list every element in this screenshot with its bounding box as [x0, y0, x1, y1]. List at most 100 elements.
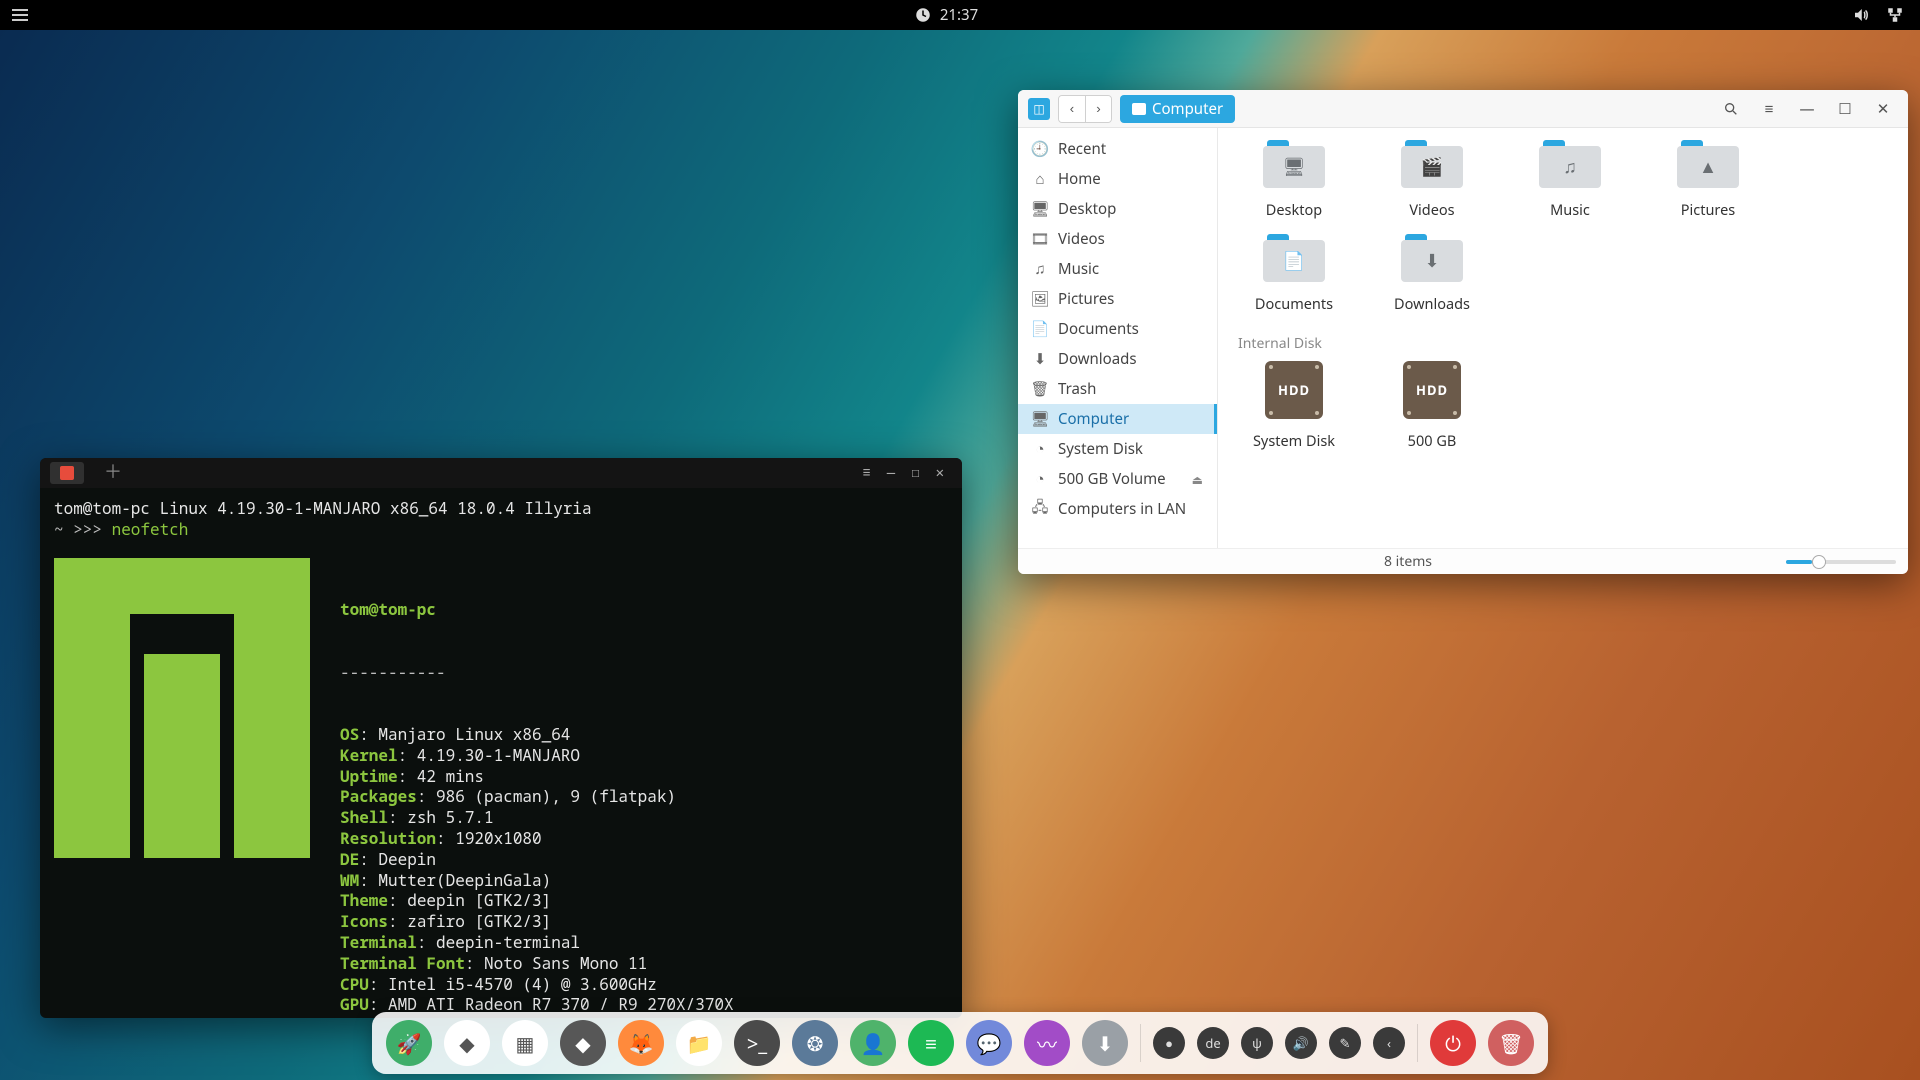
neofetch-row: CPU: Intel i5-4570 (4) @ 3.600GHz	[340, 974, 734, 995]
sidebar-item-desktop[interactable]: 🖥Desktop	[1018, 194, 1217, 224]
monitor-icon	[1132, 103, 1146, 115]
neofetch-row: Uptime: 42 mins	[340, 766, 734, 787]
disk-icon: ◔	[1032, 441, 1048, 457]
folder-label: Pictures	[1681, 200, 1736, 220]
terminal-window: ＋ ≡ ― ☐ ✕ tom@tom-pc Linux 4.19.30-1-MAN…	[40, 458, 962, 1018]
dock-app-multitask[interactable]: ▦	[502, 1020, 548, 1066]
fm-toolbar: ◫ ‹ › Computer ≡ ― ☐ ✕	[1018, 90, 1908, 128]
folder-label: Desktop	[1266, 200, 1322, 220]
fm-item-count: 8 items	[1384, 552, 1432, 571]
folder-downloads[interactable]: ⬇Downloads	[1376, 234, 1488, 314]
sidebar-item-downloads[interactable]: ⬇Downloads	[1018, 344, 1217, 374]
window-maximize-button[interactable]: ☐	[1830, 94, 1860, 124]
neofetch-row: Terminal: deepin-terminal	[340, 932, 734, 953]
dock-app-spotify[interactable]: ≡	[908, 1020, 954, 1066]
dock: 🚀 ◆ ▦ ◆ 🦊 📁 >_ ❂ 👤 ≡ 💬 〰 ⬇ ● deψ 🔊 ✎ ‹ ⏻ 🗑	[372, 1012, 1548, 1074]
dock-app-files[interactable]: 📁	[676, 1020, 722, 1066]
sidebar-item-computers-in-lan[interactable]: 🖧Computers in LAN	[1018, 494, 1217, 524]
sidebar-item-system-disk[interactable]: ◔System Disk	[1018, 434, 1217, 464]
dock-app-launcher[interactable]: 🚀	[386, 1020, 432, 1066]
nav-back-button[interactable]: ‹	[1059, 96, 1085, 122]
dock-app-lutris[interactable]: 👤	[850, 1020, 896, 1066]
fm-sidebar: 🕘Recent ⌂ Home 🖥Desktop🎞Videos♫Music🖼Pictur…	[1018, 128, 1218, 548]
dock-trash[interactable]: 🗑	[1488, 1020, 1534, 1066]
neofetch-info: tom@tom-pc ----------- OS: Manjaro Linux…	[340, 558, 734, 1018]
sidebar-item-label: Home	[1058, 169, 1101, 189]
dock-app-downloads[interactable]: ⬇	[1082, 1020, 1128, 1066]
home-icon: ⌂	[1032, 171, 1048, 187]
disk-500-gb[interactable]: HDD500 GB	[1376, 361, 1488, 451]
neofetch-row: DE: Deepin	[340, 849, 734, 870]
sidebar-item-home[interactable]: ⌂ Home	[1018, 164, 1217, 194]
neofetch-row: Kernel: 4.19.30-1-MANJARO	[340, 745, 734, 766]
neofetch-row: OS: Manjaro Linux x86_64	[340, 724, 734, 745]
fm-app-icon[interactable]: ◫	[1028, 98, 1050, 120]
dock-power[interactable]: ⏻	[1430, 1020, 1476, 1066]
sidebar-item-label: 500 GB Volume	[1058, 469, 1166, 489]
trash-icon: 🗑	[1032, 381, 1048, 397]
folder-desktop[interactable]: 🖥 Desktop	[1238, 140, 1350, 220]
sidebar-item-pictures[interactable]: 🖼Pictures	[1018, 284, 1217, 314]
folder-documents[interactable]: 📄 Documents	[1238, 234, 1350, 314]
breadcrumb-label: Computer	[1152, 99, 1223, 119]
sidebar-item-videos[interactable]: 🎞Videos	[1018, 224, 1217, 254]
dock-app-store[interactable]: ◆	[444, 1020, 490, 1066]
sidebar-item-label: Computer	[1058, 409, 1129, 429]
terminal-tab[interactable]	[50, 462, 84, 484]
nav-forward-button[interactable]: ›	[1085, 96, 1111, 122]
sidebar-item-trash[interactable]: 🗑Trash	[1018, 374, 1217, 404]
dock-app-discord[interactable]: 💬	[966, 1020, 1012, 1066]
sidebar-item-music[interactable]: ♫Music	[1018, 254, 1217, 284]
apps-menu-button[interactable]	[12, 6, 28, 24]
window-close-button[interactable]: ✕	[928, 464, 952, 482]
fm-content[interactable]: 🖥 Desktop 🎬Videos ♫Music ▲Pictures 📄 Documents…	[1218, 128, 1908, 548]
dock-app-settings[interactable]: ◆	[560, 1020, 606, 1066]
tray-volume[interactable]: 🔊	[1285, 1027, 1317, 1059]
breadcrumb[interactable]: Computer	[1120, 95, 1235, 123]
nav-buttons: ‹ ›	[1058, 95, 1112, 123]
disk-system-disk[interactable]: HDDSystem Disk	[1238, 361, 1350, 451]
view-menu-button[interactable]: ≡	[1754, 94, 1784, 124]
eject-icon[interactable]: ⏏	[1192, 471, 1203, 488]
tray-dot[interactable]: ●	[1153, 1027, 1185, 1059]
fm-section-header: Internal Disk	[1222, 330, 1904, 361]
sidebar-item-500-gb-volume[interactable]: ◔500 GB Volume⏏	[1018, 464, 1217, 494]
window-minimize-button[interactable]: ―	[879, 464, 903, 482]
sidebar-item-label: Documents	[1058, 319, 1139, 339]
dock-app-steam[interactable]: ❂	[792, 1020, 838, 1066]
terminal-tab-icon	[60, 466, 74, 480]
neofetch-row: Packages: 986 (pacman), 9 (flatpak)	[340, 786, 734, 807]
folder-label: Music	[1550, 200, 1590, 220]
dock-app-monitor[interactable]: 〰	[1024, 1020, 1070, 1066]
dock-app-terminal[interactable]: >_	[734, 1020, 780, 1066]
folder-pictures[interactable]: ▲Pictures	[1652, 140, 1764, 220]
folder-icon: 🖥	[1263, 140, 1325, 188]
folder-videos[interactable]: 🎬Videos	[1376, 140, 1488, 220]
window-minimize-button[interactable]: ―	[1792, 94, 1822, 124]
folder-music[interactable]: ♫Music	[1514, 140, 1626, 220]
sidebar-item-documents[interactable]: 📄Documents	[1018, 314, 1217, 344]
clock[interactable]: 21:37	[40, 5, 1852, 25]
volume-icon[interactable]	[1852, 6, 1870, 24]
tray-usb[interactable]: ψ	[1241, 1027, 1273, 1059]
tray-collapse[interactable]: ‹	[1373, 1027, 1405, 1059]
terminal-command: neofetch	[112, 518, 189, 540]
sidebar-item-recent[interactable]: 🕘Recent	[1018, 134, 1217, 164]
terminal-content[interactable]: tom@tom-pc Linux 4.19.30-1-MANJARO x86_6…	[40, 488, 962, 1018]
zoom-slider[interactable]	[1786, 560, 1896, 564]
tray-keyboard[interactable]: de	[1197, 1027, 1229, 1059]
search-button[interactable]	[1716, 94, 1746, 124]
window-maximize-button[interactable]: ☐	[903, 464, 927, 482]
terminal-prompt: ~ >>>	[54, 518, 112, 540]
network-icon[interactable]	[1886, 6, 1904, 24]
sidebar-item-computer[interactable]: 🖥Computer	[1018, 404, 1217, 434]
terminal-titlebar[interactable]: ＋ ≡ ― ☐ ✕	[40, 458, 962, 488]
window-close-button[interactable]: ✕	[1868, 94, 1898, 124]
folder-label: Videos	[1409, 200, 1454, 220]
folder-icon: 📄	[1263, 234, 1325, 282]
dock-app-firefox[interactable]: 🦊	[618, 1020, 664, 1066]
terminal-new-tab-button[interactable]: ＋	[96, 461, 130, 484]
folder-label: Documents	[1255, 294, 1333, 314]
tray-edit[interactable]: ✎	[1329, 1027, 1361, 1059]
hamburger-icon[interactable]: ≡	[854, 464, 878, 482]
